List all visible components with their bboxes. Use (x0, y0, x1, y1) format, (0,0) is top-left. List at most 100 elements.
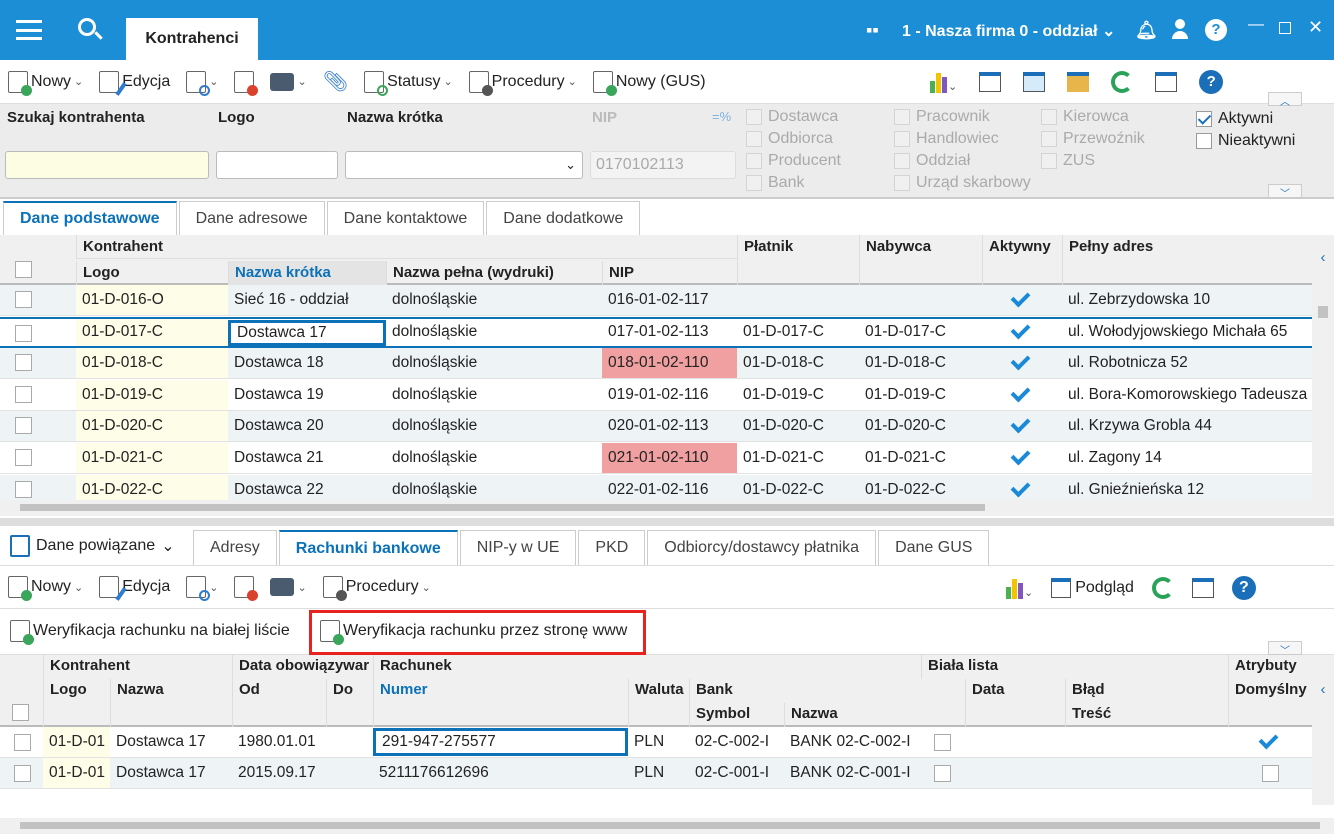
account-row[interactable]: 01-D-01 Dostawca 17 2015.09.17 521117661269… (0, 758, 1312, 789)
inactive-checkbox[interactable] (1196, 133, 1212, 149)
help-icon[interactable]: ? (1205, 19, 1227, 41)
row-checkbox[interactable] (15, 354, 32, 372)
nip-mode[interactable]: =% (712, 109, 731, 124)
column-header-do[interactable]: Do (326, 679, 373, 727)
column-header-waluta[interactable]: Waluta (628, 679, 689, 727)
type-filter[interactable]: Odbiorca (746, 128, 833, 150)
column-header[interactable]: Logo (76, 261, 228, 285)
column-header-bnazwa[interactable]: Nazwa (784, 703, 921, 727)
logo-input[interactable] (216, 151, 338, 179)
nip-input[interactable]: 0170102113 (590, 151, 736, 179)
help-button[interactable]: ? (1231, 576, 1256, 600)
chart-icon[interactable]: ⌄ (930, 71, 957, 93)
vertical-scrollbar[interactable]: ‹ (1312, 235, 1334, 500)
statuses-button[interactable]: Statusy ⌄ (364, 70, 453, 96)
column-header[interactable]: Pełny adres (1062, 235, 1312, 285)
apps-icon[interactable]: ▪▪ (866, 20, 879, 41)
row-checkbox[interactable] (15, 291, 32, 308)
layout-settings-icon[interactable] (1155, 72, 1178, 92)
type-checkbox[interactable] (1041, 131, 1057, 147)
column-header-biala[interactable]: Biała lista (921, 655, 1228, 679)
preview-button-2[interactable]: ⌄ (186, 576, 218, 601)
type-filter[interactable]: Handlowiec (894, 128, 999, 150)
type-filter[interactable]: Pracownik (894, 106, 990, 128)
menu-icon[interactable] (16, 20, 42, 40)
row-checkbox[interactable] (15, 417, 32, 435)
tab-0[interactable]: Dane podstawowe (3, 201, 177, 235)
whitelist-checkbox[interactable] (934, 734, 951, 751)
related-tab-5[interactable]: Dane GUS (878, 530, 990, 565)
type-filter[interactable]: Oddział (894, 150, 970, 172)
type-checkbox[interactable] (746, 175, 762, 191)
column-header-numer[interactable]: Numer (373, 679, 628, 727)
type-checkbox[interactable] (894, 175, 910, 191)
column-header[interactable]: Nazwa krótka (228, 261, 386, 285)
related-tab-4[interactable]: Odbiorcy/dostawcy płatnika (647, 530, 877, 565)
new-button-2[interactable]: Nowy ⌄ (8, 576, 83, 601)
tab-kontrahenci[interactable]: Kontrahenci (126, 18, 258, 60)
type-filter[interactable]: ZUS (1041, 150, 1095, 172)
select-all-checkbox[interactable] (15, 261, 32, 278)
whitelist-verify-button[interactable]: Weryfikacja rachunku na białej liście (10, 620, 290, 645)
type-checkbox[interactable] (894, 153, 910, 169)
related-tab-3[interactable]: PKD (578, 530, 646, 565)
bell-icon[interactable]: 🔔︎ (1135, 20, 1158, 41)
company-selector[interactable]: 1 - Nasza firma 0 - oddział ⌄ (902, 21, 1115, 41)
row-checkbox[interactable] (14, 734, 31, 751)
edit-button[interactable]: Edycja (99, 70, 170, 96)
delete-button[interactable] (234, 70, 259, 96)
row-checkbox[interactable] (14, 765, 31, 782)
layout-settings-icon[interactable] (1191, 578, 1214, 598)
column-header[interactable]: Nabywca (859, 235, 982, 285)
attach-button[interactable]: 📎︎ (323, 69, 348, 94)
type-checkbox[interactable] (746, 109, 762, 125)
procedures-button-2[interactable]: Procedury ⌄ (322, 576, 431, 601)
splitter[interactable] (0, 518, 1334, 526)
preview-button[interactable]: ⌄ (186, 70, 218, 96)
table-row[interactable]: 01-D-019-C Dostawca 19 dolnośląskie 019-01-… (0, 379, 1312, 411)
whitelist-checkbox[interactable] (934, 765, 951, 782)
type-checkbox[interactable] (1041, 153, 1057, 169)
column-header[interactable]: Aktywny (982, 235, 1062, 285)
column-header-logo[interactable]: Logo (43, 679, 110, 727)
print-button[interactable]: ⌄ (270, 72, 307, 91)
active-checkbox[interactable] (1196, 111, 1212, 127)
related-tab-2[interactable]: NIP-y w UE (459, 530, 577, 565)
chart-icon[interactable]: ⌄ (1006, 577, 1033, 599)
alert-settings-icon[interactable] (1067, 72, 1090, 92)
new-button[interactable]: Nowy ⌄ (8, 70, 83, 96)
related-tab-0[interactable]: Adresy (193, 530, 277, 565)
type-filter[interactable]: Producent (746, 150, 841, 172)
collapse-up-button[interactable]: ︿ (1268, 92, 1302, 108)
table-row[interactable]: 01-D-016-O Sieć 16 - oddział dolnośląskie 0… (0, 285, 1312, 316)
table-row[interactable]: 01-D-017-C Dostawca 17 dolnośląskie 017-01-… (0, 316, 1312, 348)
type-filter[interactable]: Bank (746, 172, 804, 194)
column-header-blad[interactable]: Błąd (1065, 679, 1228, 703)
maximize-button[interactable] (1279, 22, 1291, 34)
column-header-atrybuty[interactable]: Atrybuty (1228, 655, 1312, 679)
print-button-2[interactable]: ⌄ (270, 578, 307, 596)
new-gus-button[interactable]: Nowy (GUS) (592, 70, 706, 96)
procedures-button[interactable]: Procedury ⌄ (468, 70, 577, 96)
column-header-nazwa[interactable]: Nazwa (110, 679, 232, 727)
www-verify-button[interactable]: Weryfikacja rachunku przez stronę www (320, 620, 627, 645)
search-input[interactable] (5, 151, 209, 179)
preview-toggle[interactable]: Podgląd (1051, 578, 1134, 598)
edit-button-2[interactable]: Edycja (99, 576, 170, 601)
column-header-rachunek[interactable]: Rachunek (373, 655, 921, 679)
horizontal-scrollbar[interactable] (0, 500, 1334, 516)
default-cell[interactable] (1228, 727, 1312, 757)
delete-button-2[interactable] (234, 576, 259, 601)
column-header-bdata[interactable]: Data (965, 679, 1065, 727)
row-checkbox[interactable] (15, 480, 32, 498)
column-header-bank[interactable]: Bank (689, 679, 921, 703)
column-header-symbol[interactable]: Symbol (689, 703, 784, 727)
vertical-scrollbar-2[interactable]: ‹ (1312, 655, 1334, 805)
horizontal-scrollbar-2[interactable] (0, 818, 1334, 834)
related-tab-1[interactable]: Rachunki bankowe (278, 530, 458, 565)
tab-3[interactable]: Dane dodatkowe (486, 201, 641, 235)
select-all-checkbox-2[interactable] (12, 704, 29, 721)
close-button[interactable]: ✕ (1308, 17, 1323, 38)
type-checkbox[interactable] (1041, 109, 1057, 125)
tab-1[interactable]: Dane adresowe (178, 201, 325, 235)
